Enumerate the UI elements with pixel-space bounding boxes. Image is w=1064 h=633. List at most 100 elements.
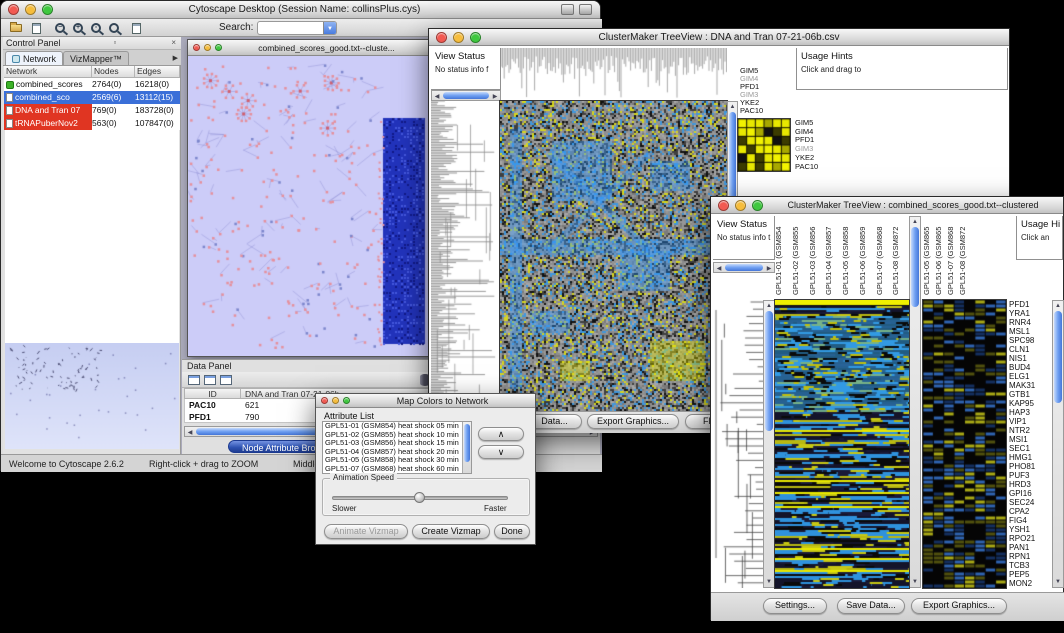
column-header-nodes[interactable]: Nodes [92,66,135,77]
close-icon[interactable] [718,200,729,211]
scroll-left-icon[interactable]: ◀ [433,93,441,101]
gene-list-item[interactable]: YRA1 [1009,309,1051,318]
zoom-window-icon[interactable] [343,397,350,404]
gene-list-item[interactable]: CLN1 [1009,345,1051,354]
gene-list-item[interactable]: GPI16 [1009,489,1051,498]
done-button[interactable]: Done [494,524,530,539]
column-header-id[interactable]: ID [185,389,241,398]
tv2-horizontal-scrollbar[interactable]: ◀ ▶ [713,262,775,273]
move-down-button[interactable]: ∨ [478,445,524,459]
zoom-window-icon[interactable] [215,44,222,51]
scroll-up-icon[interactable]: ▲ [728,103,737,111]
search-input[interactable] [258,22,323,34]
network-window-titlebar[interactable]: combined_scores_good.txt--cluste... [188,40,431,56]
gene-list-item[interactable]: MAK31 [1009,381,1051,390]
gene-list-item[interactable]: ELG1 [1009,372,1051,381]
tv2-gene-list-scrollbar[interactable]: ▲ ▼ [1052,300,1064,588]
gene-list-item[interactable]: PFD1 [1009,300,1051,309]
dialog-titlebar[interactable]: Map Colors to Network [316,394,535,408]
zoom-selected-icon[interactable] [105,21,123,35]
gene-list-item[interactable]: TCB3 [1009,561,1051,570]
tv1-gene-dendrogram[interactable] [431,101,500,411]
scroll-down-icon[interactable]: ▼ [1053,578,1063,586]
attribute-list[interactable]: GPL51-01 (GSM854) heat shock 05 minGPL51… [322,421,472,474]
search-combobox[interactable]: ▼ [257,21,337,35]
tv1-heatmap[interactable] [500,101,727,411]
tv2-global-heatmap[interactable] [775,300,909,588]
gene-list-item[interactable]: PEP5 [1009,570,1051,579]
close-icon[interactable] [321,397,328,404]
zoom-in-icon[interactable]: + [69,21,87,35]
gene-list-item[interactable]: MSI1 [1009,435,1051,444]
birdseye-view[interactable] [5,343,179,449]
attribute-create-icon[interactable] [220,375,232,385]
close-icon[interactable] [8,4,19,15]
gene-list-item[interactable]: HAP3 [1009,408,1051,417]
gene-list-item[interactable]: MSL1 [1009,327,1051,336]
folder-icon[interactable] [7,21,25,35]
float-panel-icon[interactable]: ▫ [112,38,119,48]
tv1-titlebar[interactable]: ClusterMaker TreeView : DNA and Tran 07-… [429,29,1009,46]
gene-list-item[interactable]: NTR2 [1009,426,1051,435]
zoom-fit-icon[interactable]: ▫ [87,21,105,35]
minimize-icon[interactable] [332,397,339,404]
tv2-titlebar[interactable]: ClusterMaker TreeView : combined_scores_… [711,197,1063,214]
attribute-select-icon[interactable] [204,375,216,385]
gene-list-item[interactable]: CPA2 [1009,507,1051,516]
print-icon[interactable] [561,4,574,15]
tab-vizmapper[interactable]: VizMapper™ [63,51,129,65]
scroll-up-icon[interactable]: ▲ [1053,302,1063,310]
chevron-down-icon[interactable]: ▼ [323,22,336,34]
minimize-icon[interactable] [453,32,464,43]
tv2-global-vertical-scrollbar[interactable]: ▲ ▼ [909,216,921,588]
scroll-up-icon[interactable]: ▲ [910,218,920,226]
network-table-row[interactable]: combined_sco2569(6)13112(15) [4,91,180,104]
column-header-edges[interactable]: Edges [135,66,180,77]
scroll-down-icon[interactable]: ▼ [910,578,920,586]
gene-list-item[interactable]: RPN1 [1009,552,1051,561]
move-up-button[interactable]: ∧ [478,427,524,441]
network-graph-canvas[interactable] [188,56,431,356]
export-graphics-button[interactable]: Export Graphics... [911,598,1007,614]
tv2-gene-dendrogram[interactable] [713,300,763,588]
gene-list-item[interactable]: PUF3 [1009,471,1051,480]
scroll-right-icon[interactable]: ▶ [765,265,773,273]
export-graphics-button[interactable]: Export Graphics... [587,414,679,429]
slider-thumb[interactable] [414,492,425,503]
page-icon[interactable] [127,21,145,35]
attribute-table-icon[interactable] [188,375,200,385]
minimize-icon[interactable] [204,44,211,51]
gene-list-item[interactable]: SPC98 [1009,336,1051,345]
gene-list-item[interactable]: BUD4 [1009,363,1051,372]
zoom-window-icon[interactable] [42,4,53,15]
gene-list-item[interactable]: VIP1 [1009,417,1051,426]
save-data-button[interactable]: Save Data... [837,598,905,614]
close-icon[interactable] [193,44,200,51]
network-table-row[interactable]: DNA and Tran 07769(0)183728(0) [4,104,180,117]
create-vizmap-button[interactable]: Create Vizmap [412,524,490,539]
settings-button[interactable]: Settings... [763,598,827,614]
column-header-network[interactable]: Network [4,66,92,77]
scroll-down-icon[interactable]: ▼ [764,578,774,586]
gene-list-item[interactable]: MON2 [1009,579,1051,588]
scroll-left-icon[interactable]: ◀ [715,265,723,273]
gene-list-item[interactable]: RNR4 [1009,318,1051,327]
main-titlebar[interactable]: Cytoscape Desktop (Session Name: collins… [1,1,600,19]
gene-list-item[interactable]: FIG4 [1009,516,1051,525]
gene-list-item[interactable]: SEC24 [1009,498,1051,507]
tv2-dendrogram-scrollbar[interactable]: ▲ ▼ [763,300,775,588]
gene-list-item[interactable]: KAP95 [1009,399,1051,408]
zoom-window-icon[interactable] [470,32,481,43]
network-table-row[interactable]: combined_scores2764(0)16218(0) [4,78,180,91]
export-icon[interactable] [579,4,592,15]
gene-list-item[interactable]: PHO81 [1009,462,1051,471]
close-icon[interactable] [436,32,447,43]
close-panel-icon[interactable]: × [169,38,178,48]
network-table-row[interactable]: tRNAPuberNov2563(0)107847(0) [4,117,180,130]
minimize-icon[interactable] [735,200,746,211]
scroll-right-icon[interactable]: ▶ [491,93,499,101]
gene-list-item[interactable]: GTB1 [1009,390,1051,399]
gene-list-item[interactable]: HRD3 [1009,480,1051,489]
attribute-list-scrollbar[interactable] [462,422,471,473]
tv2-zoom-heatmap[interactable] [923,300,1006,588]
